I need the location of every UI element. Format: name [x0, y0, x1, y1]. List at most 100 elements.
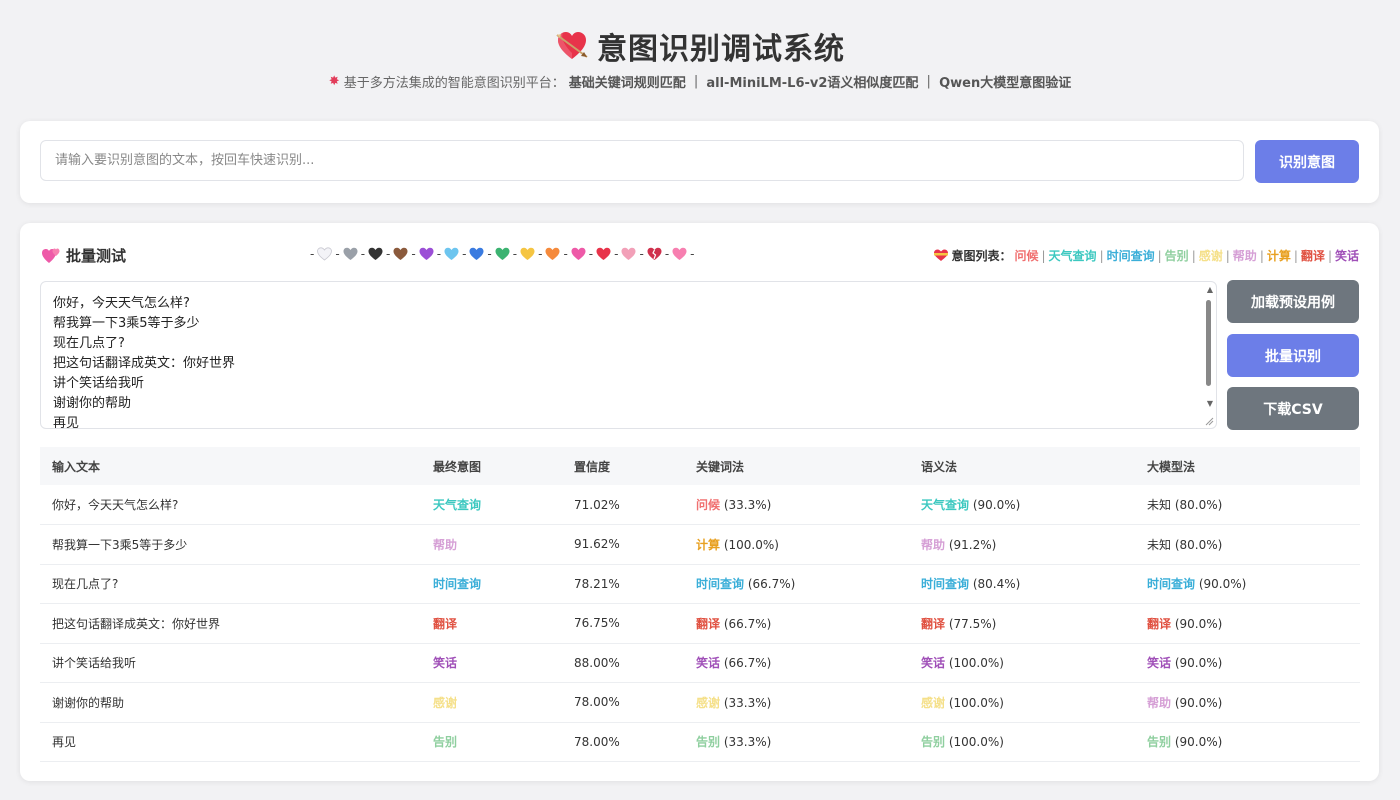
keyword-intent-label: 感谢 — [696, 695, 721, 710]
heart-separator: - — [690, 247, 695, 261]
heart-separator: - — [310, 247, 315, 261]
cell-final-intent: 翻译 — [421, 603, 562, 644]
final-intent-label: 翻译 — [433, 616, 458, 631]
final-intent-label: 天气查询 — [433, 498, 482, 512]
semantic-confidence: (100.0%) — [948, 656, 1004, 671]
semantic-confidence: (100.0%) — [948, 695, 1004, 710]
cell-llm-method: 告别 (90.0%) — [1135, 722, 1360, 762]
cell-confidence: 78.00% — [562, 722, 684, 762]
table-header-row: 输入文本 最终意图 置信度 关键词法 语义法 大模型法 — [40, 447, 1360, 485]
heart-separator: - — [436, 247, 442, 261]
intent-separator: | — [1293, 248, 1298, 263]
cell-final-intent: 天气查询 — [421, 485, 562, 525]
keyword-confidence: (33.3%) — [723, 695, 772, 710]
heart-icon — [444, 247, 459, 260]
heart-separator: - — [639, 247, 644, 261]
batch-textarea[interactable]: 你好，今天天气怎么样? 帮我算一下3乘5等于多少 现在几点了? 把这句话翻译成英… — [40, 281, 1217, 429]
table-row: 你好，今天天气怎么样? 天气查询 71.02% 问候 (33.3%) 天气查询 (90.… — [40, 485, 1360, 525]
final-intent-label: 帮助 — [433, 537, 458, 552]
method-semantic: all-MiniLM-L6-v2语义相似度匹配 — [706, 76, 919, 91]
heart-icon — [545, 247, 560, 260]
table-row: 再见 告别 78.00% 告别 (33.3%) 告别 (100.0%) 告别 (90.0%… — [40, 722, 1360, 762]
cell-keyword-method: 感谢 (33.3%) — [684, 682, 909, 723]
cell-keyword-method: 计算 (100.0%) — [684, 524, 909, 565]
cell-semantic-method: 翻译 (77.5%) — [909, 603, 1135, 644]
cell-semantic-method: 感谢 (100.0%) — [909, 682, 1135, 723]
heart-icon — [520, 247, 535, 260]
cell-final-intent: 告别 — [421, 722, 562, 762]
intent-separator: | — [1327, 248, 1332, 263]
cell-input-text: 现在几点了? — [40, 564, 421, 604]
page-title: 意图识别调试系统 — [0, 24, 1400, 68]
cell-llm-method: 笑话 (90.0%) — [1135, 643, 1360, 683]
table-row: 谢谢你的帮助 感谢 78.00% 感谢 (33.3%) 感谢 (100.0%) 帮助 (9… — [40, 682, 1360, 723]
scroll-up-arrow-icon[interactable]: ▲ — [1207, 285, 1213, 294]
cell-input-text: 把这句话翻译成英文：你好世界 — [40, 603, 421, 644]
scroll-thumb[interactable] — [1206, 300, 1211, 386]
llm-intent-label: 笑话 — [1147, 656, 1172, 671]
heart-ribbon-icon — [934, 249, 949, 261]
semantic-confidence: (91.2%) — [948, 537, 997, 552]
method-separator: | — [922, 74, 936, 89]
batch-test-card: 批量测试 ---------------- 意图列表： 问候 | 天气查询 | 时间查询… — [20, 223, 1379, 781]
keyword-intent-label: 翻译 — [696, 616, 721, 631]
batch-recognize-button[interactable]: 批量识别 — [1227, 334, 1359, 377]
recognize-intent-button[interactable]: 识别意图 — [1255, 140, 1359, 183]
llm-intent-label: 告别 — [1147, 735, 1172, 750]
keyword-confidence: (33.3%) — [723, 735, 772, 750]
keyword-confidence: (66.7%) — [747, 577, 796, 592]
scroll-down-arrow-icon[interactable]: ▼ — [1207, 399, 1213, 408]
batch-textarea-value: 你好，今天天气怎么样? 帮我算一下3乘5等于多少 现在几点了? 把这句话翻译成英… — [53, 296, 236, 429]
keyword-intent-label: 笑话 — [696, 656, 721, 671]
cell-confidence: 91.62% — [562, 524, 684, 565]
cell-keyword-method: 笑话 (66.7%) — [684, 643, 909, 683]
heart-separator: - — [664, 247, 670, 261]
intent-list-item: 计算 — [1266, 249, 1291, 263]
header-final-intent: 最终意图 — [421, 447, 562, 485]
heart-separator: - — [487, 247, 492, 261]
cell-llm-method: 未知 (80.0%) — [1135, 485, 1360, 525]
download-csv-button[interactable]: 下载CSV — [1227, 387, 1359, 430]
keyword-confidence: (100.0%) — [723, 537, 779, 552]
llm-confidence: (80.0%) — [1174, 537, 1223, 552]
intent-list-item: 翻译 — [1300, 249, 1325, 263]
cell-input-text: 谢谢你的帮助 — [40, 682, 421, 723]
cell-llm-method: 未知 (80.0%) — [1135, 524, 1360, 565]
keyword-confidence: (33.3%) — [723, 498, 772, 512]
semantic-confidence: (90.0%) — [972, 498, 1021, 512]
heart-icon — [343, 247, 358, 260]
semantic-confidence: (77.5%) — [948, 616, 997, 631]
hearts-row: ---------------- — [310, 247, 695, 261]
header-llm-method: 大模型法 — [1135, 447, 1360, 485]
llm-confidence: (90.0%) — [1174, 616, 1223, 631]
table-row: 把这句话翻译成英文：你好世界 翻译 76.75% 翻译 (66.7%) 翻译 (77.5… — [40, 603, 1360, 644]
page-subtitle: ✸ 基于多方法集成的智能意图识别平台： 基础关键词规则匹配 | all-Mini… — [0, 72, 1400, 91]
semantic-intent-label: 感谢 — [921, 695, 946, 710]
cell-final-intent: 帮助 — [421, 524, 562, 565]
semantic-intent-label: 笑话 — [921, 656, 946, 671]
llm-intent-label: 未知 — [1147, 537, 1172, 552]
resize-handle-icon[interactable] — [1204, 416, 1214, 426]
heart-separator: - — [462, 247, 467, 261]
semantic-intent-label: 帮助 — [921, 537, 946, 552]
intent-separator: | — [1041, 248, 1046, 263]
cell-confidence: 78.00% — [562, 682, 684, 723]
intent-separator: | — [1157, 248, 1162, 263]
batch-title: 批量测试 — [42, 245, 126, 266]
llm-confidence: (80.0%) — [1174, 498, 1223, 512]
heart-icon — [621, 247, 636, 260]
cell-keyword-method: 问候 (33.3%) — [684, 485, 909, 525]
table-row: 帮我算一下3乘5等于多少 帮助 91.62% 计算 (100.0%) 帮助 (91.2%… — [40, 524, 1360, 565]
intent-list-item: 告别 — [1164, 249, 1189, 263]
semantic-confidence: (80.4%) — [972, 577, 1021, 592]
batch-title-text: 批量测试 — [66, 247, 127, 265]
heart-separator: - — [563, 247, 568, 261]
intent-text-input[interactable] — [40, 140, 1244, 181]
keyword-intent-label: 问候 — [696, 498, 721, 512]
cell-confidence: 88.00% — [562, 643, 684, 683]
method-keyword: 基础关键词规则匹配 — [568, 76, 686, 91]
intent-list-label: 意图列表： — [951, 249, 1012, 263]
llm-intent-label: 帮助 — [1147, 695, 1172, 710]
load-preset-button[interactable]: 加载预设用例 — [1227, 280, 1359, 323]
cell-keyword-method: 时间查询 (66.7%) — [684, 564, 909, 604]
